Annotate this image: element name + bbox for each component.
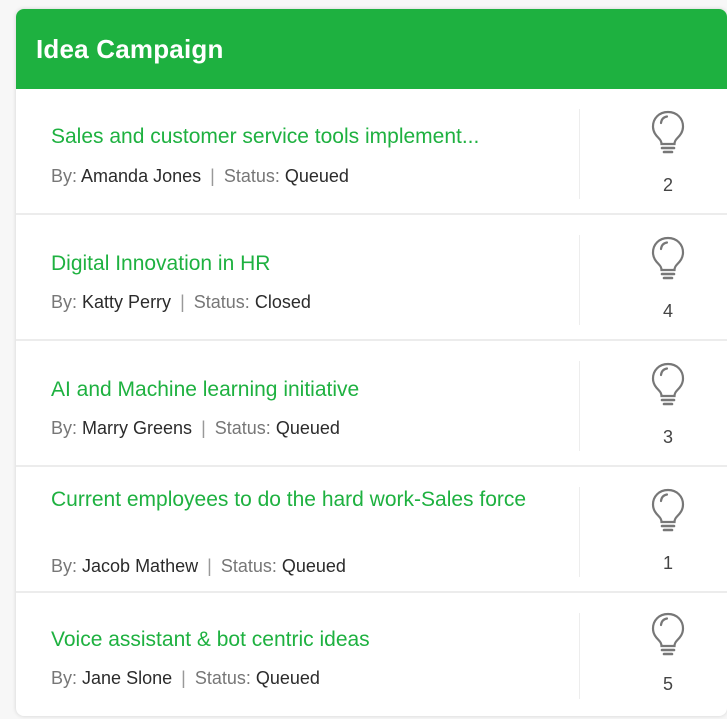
status-label: Status:	[193, 292, 250, 312]
meta-separator: |	[207, 556, 212, 576]
lightbulb-icon[interactable]	[650, 235, 686, 283]
status-label: Status:	[214, 418, 271, 438]
idea-status: Queued	[284, 166, 349, 186]
lightbulb-icon[interactable]	[650, 611, 686, 659]
status-label: Status:	[223, 166, 280, 186]
lightbulb-icon[interactable]	[650, 361, 686, 409]
idea-item: Current employees to do the hard work-Sa…	[16, 467, 727, 593]
idea-title-link[interactable]: Current employees to do the hard work-Sa…	[51, 485, 551, 514]
idea-status: Closed	[254, 292, 311, 312]
idea-item: Voice assistant & bot centric ideas By: …	[16, 593, 727, 713]
card-title: Idea Campaign	[36, 33, 224, 64]
item-divider	[579, 487, 580, 577]
vote-count: 5	[662, 674, 673, 694]
idea-author: Marry Greens	[82, 418, 193, 438]
item-divider	[579, 361, 580, 451]
idea-item: Sales and customer service tools impleme…	[16, 89, 727, 215]
vote-area: 3	[636, 341, 706, 465]
item-divider	[579, 613, 580, 699]
vote-count: 3	[662, 427, 673, 447]
by-label: By:	[51, 556, 78, 576]
by-label: By:	[51, 166, 78, 186]
by-label: By:	[51, 668, 78, 688]
idea-author: Jacob Mathew	[82, 556, 199, 576]
by-label: By:	[51, 292, 78, 312]
item-divider	[579, 109, 580, 199]
status-label: Status:	[220, 556, 277, 576]
idea-meta: By: Katty Perry | Status: Closed	[51, 292, 311, 313]
by-label: By:	[51, 418, 78, 438]
vote-area: 4	[636, 215, 706, 339]
vote-area: 1	[636, 467, 706, 591]
idea-status: Queued	[255, 668, 320, 688]
vote-count: 1	[662, 553, 673, 573]
idea-item: AI and Machine learning initiative By: M…	[16, 341, 727, 467]
meta-separator: |	[210, 166, 215, 186]
meta-separator: |	[201, 418, 206, 438]
idea-title-link[interactable]: AI and Machine learning initiative	[51, 375, 359, 404]
idea-campaign-card: Idea Campaign Sales and customer service…	[16, 9, 727, 716]
idea-meta: By: Marry Greens | Status: Queued	[51, 418, 340, 439]
idea-meta: By: Amanda Jones | Status: Queued	[51, 166, 349, 187]
meta-separator: |	[180, 292, 185, 312]
lightbulb-icon[interactable]	[650, 109, 686, 157]
idea-item: Digital Innovation in HR By: Katty Perry…	[16, 215, 727, 341]
vote-count: 2	[662, 175, 673, 195]
idea-list: Sales and customer service tools impleme…	[16, 89, 727, 713]
idea-title-link[interactable]: Digital Innovation in HR	[51, 249, 270, 278]
vote-area: 5	[636, 593, 706, 713]
meta-separator: |	[181, 668, 186, 688]
item-divider	[579, 235, 580, 325]
idea-title-link[interactable]: Voice assistant & bot centric ideas	[51, 625, 370, 654]
vote-area: 2	[636, 89, 706, 213]
card-header: Idea Campaign	[16, 9, 727, 89]
idea-author: Jane Slone	[82, 668, 173, 688]
idea-title-link[interactable]: Sales and customer service tools impleme…	[51, 122, 479, 151]
idea-status: Queued	[281, 556, 346, 576]
lightbulb-icon[interactable]	[650, 487, 686, 535]
status-label: Status:	[194, 668, 251, 688]
idea-meta: By: Jacob Mathew | Status: Queued	[51, 556, 346, 577]
idea-author: Katty Perry	[82, 292, 172, 312]
idea-author: Amanda Jones	[81, 166, 202, 186]
idea-status: Queued	[275, 418, 340, 438]
idea-meta: By: Jane Slone | Status: Queued	[51, 668, 320, 689]
vote-count: 4	[662, 301, 673, 321]
